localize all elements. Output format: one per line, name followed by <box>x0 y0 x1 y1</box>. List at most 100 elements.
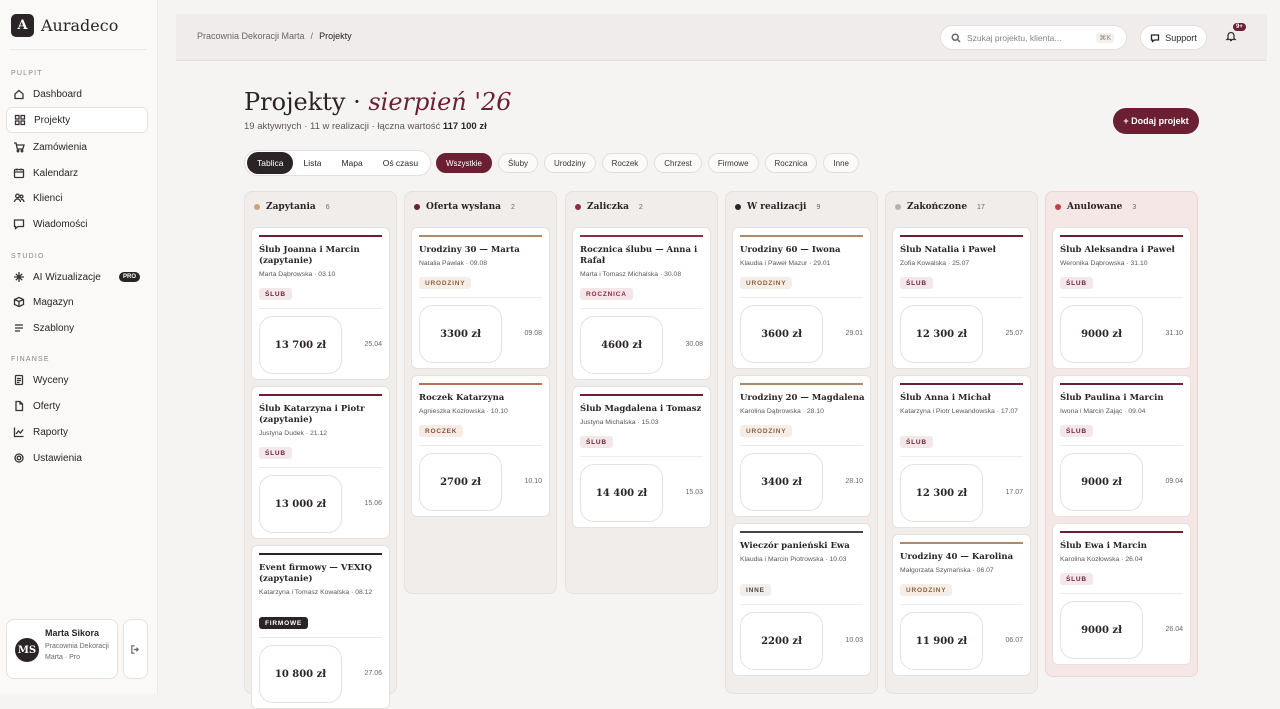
card-value: 9000 zł <box>1060 305 1143 363</box>
card-date: 15.03 <box>685 489 703 496</box>
card-accent-bar <box>740 235 863 237</box>
sidebar-item-label: Magazyn <box>33 296 74 308</box>
card-accent-bar <box>1060 531 1183 533</box>
card-title: Ślub Aleksandra i Paweł <box>1060 245 1175 255</box>
project-card[interactable]: Ślub Joanna i Marcin (zapytanie) Marta Dą… <box>251 227 390 380</box>
card-divider <box>419 445 542 446</box>
project-card[interactable]: Urodziny 30 — Marta Natalia Pawlak · 09.0… <box>411 227 550 369</box>
card-client: Justyna Michalska · 15.03 <box>580 419 659 426</box>
project-card[interactable]: Ślub Natalia i Paweł Zofia Kowalska · 25.… <box>892 227 1031 369</box>
users-icon <box>13 192 25 204</box>
home-icon <box>13 88 25 100</box>
column-count: 2 <box>638 203 643 211</box>
card-client: Klaudia i Marcin Piotrowska · 10.03 <box>740 556 847 563</box>
project-card[interactable]: Ślub Ewa i Marcin Karolina Kozłowska · 26… <box>1052 523 1191 665</box>
sidebar-item-projekty[interactable]: Projekty <box>6 107 148 133</box>
sidebar-item-ai-wizualizacje[interactable]: AI Wizualizacje PRO <box>6 264 148 290</box>
card-date: 17.07 <box>1005 489 1023 496</box>
sidebar-item-kalendarz[interactable]: Kalendarz <box>6 160 148 186</box>
section-label-finanse: FINANSE <box>11 356 50 363</box>
card-value: 13 700 zł <box>259 316 342 374</box>
card-date: 10.10 <box>524 478 542 485</box>
card-category-tag: INNE <box>740 584 771 596</box>
user-card[interactable]: MS Marta Sikora Pracownia Dekoracji Mart… <box>6 619 118 679</box>
column-title: Zaliczka <box>587 202 629 212</box>
card-divider <box>1060 593 1183 594</box>
project-card[interactable]: Rocznica ślubu — Anna i Rafał Marta i Tom… <box>572 227 711 380</box>
filter-chip-3[interactable]: Roczek <box>601 153 649 173</box>
card-category-tag: ROCZEK <box>419 425 464 437</box>
search-box[interactable]: ⌘K <box>940 25 1127 50</box>
calendar-icon <box>13 167 25 179</box>
card-divider <box>900 604 1023 605</box>
project-card[interactable]: Urodziny 20 — Magdalena Karolina Dąbrowsk… <box>732 375 871 517</box>
card-accent-bar <box>740 383 863 385</box>
filter-chip-6[interactable]: Rocznica <box>764 153 818 173</box>
sidebar-item-magazyn[interactable]: Magazyn <box>6 289 148 315</box>
card-client: Katarzyna i Piotr Lewandowska · 17.07 <box>900 408 1018 415</box>
view-tab-2[interactable]: Mapa <box>331 152 372 174</box>
sidebar-item-ustawienia[interactable]: Ustawienia <box>6 445 148 471</box>
sidebar-item-klienci[interactable]: Klienci <box>6 185 148 211</box>
column-header: Oferta wysłana 2 <box>414 202 515 212</box>
search-input[interactable] <box>967 32 1087 43</box>
project-card[interactable]: Ślub Katarzyna i Piotr (zapytanie) Justyn… <box>251 386 390 539</box>
sidebar-item-wiadomo-ci[interactable]: Wiadomości <box>6 211 148 237</box>
notification-badge: 9+ <box>1233 23 1246 31</box>
card-client: Klaudia i Paweł Mazur · 29.01 <box>740 260 831 267</box>
sidebar-item-raporty[interactable]: Raporty <box>6 419 148 445</box>
project-card[interactable]: Wieczór panieński Ewa Klaudia i Marcin Pi… <box>732 523 871 676</box>
card-category-tag: ŚLUB <box>900 277 933 289</box>
card-divider <box>259 467 382 468</box>
card-divider <box>900 456 1023 457</box>
view-tab-1[interactable]: Lista <box>293 152 331 174</box>
project-card[interactable]: Ślub Magdalena i Tomasz Justyna Michalska… <box>572 386 711 528</box>
sidebar-item-oferty[interactable]: Oferty <box>6 393 148 419</box>
card-divider <box>419 297 542 298</box>
view-tab-3[interactable]: Oś czasu <box>373 152 428 174</box>
view-tab-0[interactable]: Tablica <box>247 152 294 174</box>
card-value: 12 300 zł <box>900 305 983 363</box>
card-divider <box>740 297 863 298</box>
sidebar-item-zam-wienia[interactable]: Zamówienia <box>6 134 148 160</box>
project-card[interactable]: Roczek Katarzyna Agnieszka Kozłowska · 10… <box>411 375 550 517</box>
column-count: 9 <box>816 203 821 211</box>
add-project-button[interactable]: + Dodaj projekt <box>1113 108 1199 134</box>
filter-chip-0[interactable]: Wszystkie <box>436 153 492 173</box>
app-logo[interactable]: A Auradeco <box>11 14 118 37</box>
logout-button[interactable] <box>123 619 148 679</box>
support-button[interactable]: Support <box>1140 25 1207 50</box>
filter-chip-5[interactable]: Firmowe <box>707 153 759 173</box>
filter-chip-7[interactable]: Inne <box>823 153 859 173</box>
category-filters: Wszystkie Śluby Urodziny Roczek Chrzest Firmo… <box>436 153 859 173</box>
card-accent-bar <box>419 235 542 237</box>
filter-chip-4[interactable]: Chrzest <box>654 153 702 173</box>
breadcrumb-studio[interactable]: Pracownia Dekoracji Marta <box>197 31 305 41</box>
card-title: Event firmowy — VEXIQ (zapytanie) <box>259 563 372 584</box>
project-card[interactable]: Ślub Paulina i Marcin Iwona i Marcin Zają… <box>1052 375 1191 517</box>
column-count: 6 <box>325 203 330 211</box>
column-header: Zakończone 17 <box>895 202 985 212</box>
sidebar-item-dashboard[interactable]: Dashboard <box>6 81 148 107</box>
project-card[interactable]: Ślub Anna i Michał Katarzyna i Piotr Lewa… <box>892 375 1031 528</box>
card-accent-bar <box>419 383 542 385</box>
card-date: 06.07 <box>1005 637 1023 644</box>
status-dot <box>575 204 581 210</box>
project-card[interactable]: Urodziny 40 — Karolina Małgorzata Szymańs… <box>892 534 1031 676</box>
card-value: 2200 zł <box>740 612 823 670</box>
card-value: 2700 zł <box>419 453 502 511</box>
card-title: Roczek Katarzyna <box>419 393 505 403</box>
project-card[interactable]: Event firmowy — VEXIQ (zapytanie) Katarzy… <box>251 545 390 709</box>
filter-chip-1[interactable]: Śluby <box>498 153 539 173</box>
sidebar-item-label: Zamówienia <box>33 141 87 153</box>
sidebar-item-szablony[interactable]: Szablony <box>6 315 148 341</box>
sidebar-item-wyceny[interactable]: Wyceny <box>6 367 148 393</box>
notifications-button[interactable] <box>1225 29 1241 45</box>
card-value: 3400 zł <box>740 453 823 511</box>
card-title: Urodziny 20 — Magdalena <box>740 393 865 403</box>
project-card[interactable]: Urodziny 60 — Iwona Klaudia i Paweł Mazur… <box>732 227 871 369</box>
project-card[interactable]: Ślub Aleksandra i Paweł Weronika Dąbrowsk… <box>1052 227 1191 369</box>
filter-chip-2[interactable]: Urodziny <box>544 153 596 173</box>
sidebar-item-label: Ustawienia <box>33 452 82 464</box>
card-client: Natalia Pawlak · 09.08 <box>419 260 488 267</box>
